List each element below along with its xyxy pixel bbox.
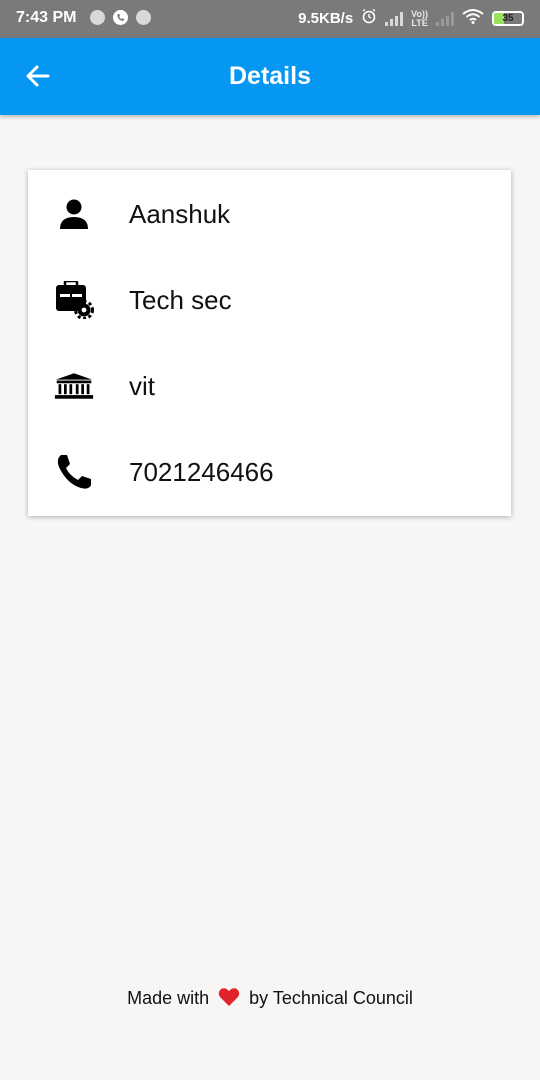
detail-row-institution: vit — [28, 343, 511, 429]
signal-icon-2 — [436, 11, 454, 26]
battery-level: 35 — [502, 13, 514, 24]
alarm-icon — [361, 8, 377, 29]
battery-icon: 35 — [492, 11, 524, 26]
details-card: Aanshuk Tech sec vit 7021246466 — [28, 170, 511, 516]
detail-row-name: Aanshuk — [28, 171, 511, 257]
page-title: Details — [229, 62, 311, 90]
detail-row-position: Tech sec — [28, 257, 511, 343]
lte-label: LTE — [411, 17, 428, 28]
wifi-icon — [462, 8, 484, 29]
notification-dot-icon — [136, 10, 151, 25]
footer-prefix: Made with — [127, 988, 210, 1008]
heart-icon — [218, 987, 240, 1012]
institution-icon — [54, 366, 94, 406]
phone-icon — [54, 452, 94, 492]
detail-row-phone: 7021246466 — [28, 429, 511, 515]
detail-name: Aanshuk — [129, 198, 231, 229]
app-bar: Details — [0, 38, 540, 115]
person-icon — [54, 194, 94, 234]
status-right: 9.5KB/s Vo)) LTE 35 — [298, 8, 524, 29]
status-bar: 7:43 PM 9.5KB/s Vo)) LTE 35 — [0, 0, 540, 38]
footer-credit: Made with by Technical Council — [0, 987, 540, 1012]
briefcase-gear-icon — [54, 280, 94, 320]
volte-icon: Vo)) LTE — [411, 9, 428, 28]
detail-phone[interactable]: 7021246466 — [129, 457, 274, 488]
whatsapp-icon — [113, 10, 128, 25]
signal-icon — [385, 11, 404, 26]
status-time: 7:43 PM — [16, 9, 77, 26]
notification-icons — [90, 10, 151, 25]
notification-dot-icon — [90, 10, 105, 25]
network-speed: 9.5KB/s — [298, 10, 354, 27]
footer-suffix: by Technical Council — [249, 988, 413, 1008]
detail-institution: vit — [129, 370, 155, 401]
detail-position: Tech sec — [129, 284, 232, 315]
